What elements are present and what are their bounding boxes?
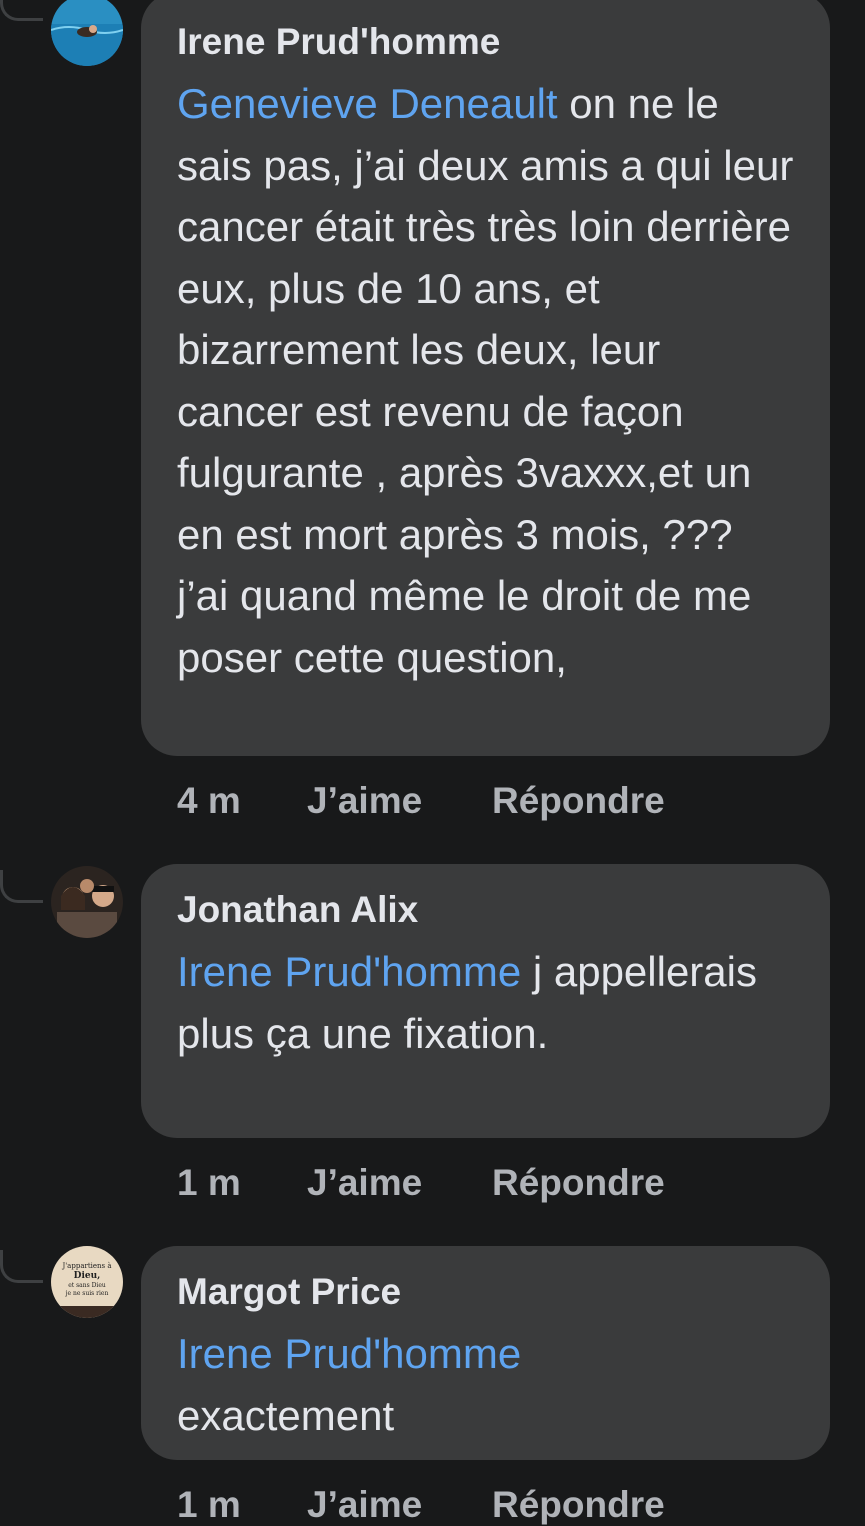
comment-body: exactement [177,1391,395,1439]
comment-time: 4 m [177,780,241,821]
reply-button[interactable]: Répondre [492,780,665,822]
swimmer-photo-avatar [51,0,123,66]
comment-body: on ne le sais pas, j’ai deux amis a qui … [177,80,794,681]
svg-text:je ne suis rien: je ne suis rien [65,1290,109,1297]
thread-connector [0,0,43,21]
comment-text: Irene Prud'homme j appellerais plus ça u… [177,941,794,1064]
like-button[interactable]: J’aime [307,1162,492,1204]
avatar[interactable] [51,866,123,938]
avatar[interactable]: J'appartiens à Dieu, et sans Dieu je ne … [51,1246,123,1318]
comment-text: Genevieve Deneault on ne le sais pas, j’… [177,73,794,688]
mention-link[interactable]: Irene Prud'homme [177,948,521,995]
like-button[interactable]: J’aime [307,1484,492,1526]
reply-button[interactable]: Répondre [492,1162,665,1204]
like-button[interactable]: J’aime [307,780,492,822]
comment-bubble: Jonathan Alix Irene Prud'homme j appelle… [141,864,830,1138]
svg-text:Dieu,: Dieu, [74,1271,101,1281]
avatar[interactable] [51,0,123,66]
comment-text: Irene Prud'homme exactement [177,1323,597,1446]
thread-connector [0,870,43,903]
comment-author[interactable]: Irene Prud'homme [177,18,794,66]
comment-bubble: Margot Price Irene Prud'homme exactement [141,1246,830,1460]
text-image-avatar: J'appartiens à Dieu, et sans Dieu je ne … [51,1246,123,1318]
reply-button[interactable]: Répondre [492,1484,665,1526]
group-photo-avatar [51,866,123,938]
svg-text:et sans Dieu: et sans Dieu [68,1282,106,1289]
comment-time: 1 m [177,1484,241,1525]
comment-bubble: Irene Prud'homme Genevieve Deneault on n… [141,0,830,756]
thread-connector [0,1250,43,1283]
comment-actions: 1 m J’aime Répondre [177,1484,665,1526]
comment-actions: 4 m J’aime Répondre [177,780,665,822]
comment-time: 1 m [177,1162,241,1203]
svg-text:J'appartiens à: J'appartiens à [61,1261,111,1270]
mention-link[interactable]: Irene Prud'homme [177,1330,521,1377]
comment-author[interactable]: Margot Price [177,1268,794,1316]
comment-actions: 1 m J’aime Répondre [177,1162,665,1204]
mention-link[interactable]: Genevieve Deneault [177,80,558,127]
comment-author[interactable]: Jonathan Alix [177,886,794,934]
